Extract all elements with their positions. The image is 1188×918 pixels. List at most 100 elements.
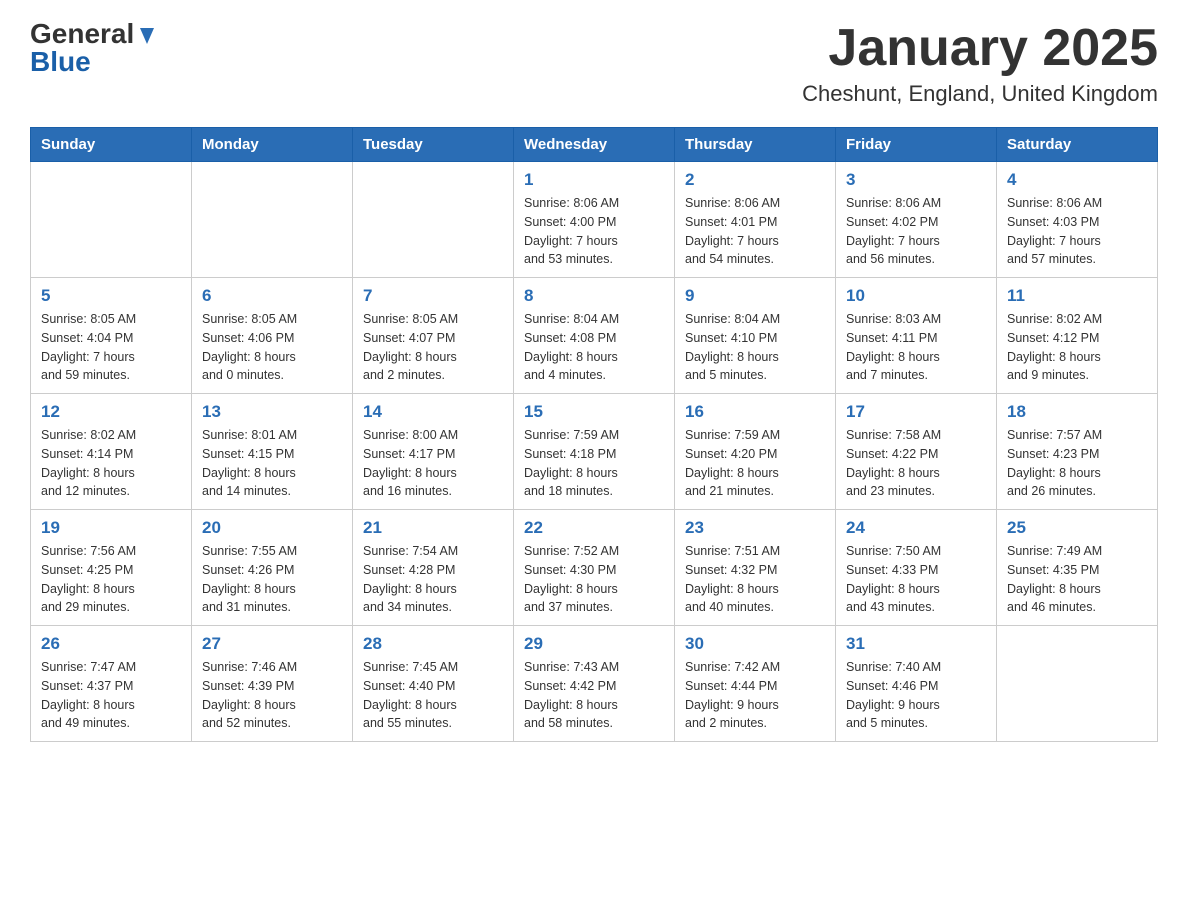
calendar-cell xyxy=(31,162,192,278)
calendar-cell: 31 Sunrise: 7:40 AMSunset: 4:46 PMDayligh… xyxy=(836,626,997,742)
calendar-cell: 17 Sunrise: 7:58 AMSunset: 4:22 PMDayligh… xyxy=(836,394,997,510)
day-info: Sunrise: 7:54 AMSunset: 4:28 PMDaylight:… xyxy=(363,542,503,617)
week-row-2: 5 Sunrise: 8:05 AMSunset: 4:04 PMDaylight… xyxy=(31,278,1158,394)
day-info: Sunrise: 7:50 AMSunset: 4:33 PMDaylight:… xyxy=(846,542,986,617)
calendar-body: 1 Sunrise: 8:06 AMSunset: 4:00 PMDaylight… xyxy=(31,162,1158,742)
header-sunday: Sunday xyxy=(31,128,192,162)
calendar-cell: 3Sunrise: 8:06 AMSunset: 4:02 PMDaylight… xyxy=(836,162,997,278)
day-info: Sunrise: 8:00 AMSunset: 4:17 PMDaylight:… xyxy=(363,426,503,501)
calendar-cell: 16 Sunrise: 7:59 AMSunset: 4:20 PMDayligh… xyxy=(675,394,836,510)
week-row-3: 12 Sunrise: 8:02 AMSunset: 4:14 PMDayligh… xyxy=(31,394,1158,510)
day-number: 12 xyxy=(41,402,181,422)
calendar-cell: 9 Sunrise: 8:04 AMSunset: 4:10 PMDaylight… xyxy=(675,278,836,394)
day-number: 4 xyxy=(1007,170,1147,190)
day-number: 8 xyxy=(524,286,664,306)
logo-triangle-icon xyxy=(136,24,158,46)
day-info: Sunrise: 7:57 AMSunset: 4:23 PMDaylight:… xyxy=(1007,426,1147,501)
week-row-5: 26Sunrise: 7:47 AMSunset: 4:37 PMDayligh… xyxy=(31,626,1158,742)
day-number: 11 xyxy=(1007,286,1147,306)
day-number: 5 xyxy=(41,286,181,306)
week-row-1: 1 Sunrise: 8:06 AMSunset: 4:00 PMDaylight… xyxy=(31,162,1158,278)
day-number: 1 xyxy=(524,170,664,190)
day-number: 19 xyxy=(41,518,181,538)
day-number: 13 xyxy=(202,402,342,422)
day-info: Sunrise: 7:52 AMSunset: 4:30 PMDaylight:… xyxy=(524,542,664,617)
day-info: Sunrise: 7:45 AMSunset: 4:40 PMDaylight:… xyxy=(363,658,503,733)
day-info: Sunrise: 8:01 AMSunset: 4:15 PMDaylight:… xyxy=(202,426,342,501)
calendar-cell: 8 Sunrise: 8:04 AMSunset: 4:08 PMDaylight… xyxy=(514,278,675,394)
day-number: 29 xyxy=(524,634,664,654)
day-number: 27 xyxy=(202,634,342,654)
day-number: 9 xyxy=(685,286,825,306)
day-info: Sunrise: 7:59 AMSunset: 4:20 PMDaylight:… xyxy=(685,426,825,501)
calendar-cell: 27Sunrise: 7:46 AMSunset: 4:39 PMDayligh… xyxy=(192,626,353,742)
day-number: 7 xyxy=(363,286,503,306)
calendar-cell: 22 Sunrise: 7:52 AMSunset: 4:30 PMDayligh… xyxy=(514,510,675,626)
calendar-cell: 14Sunrise: 8:00 AMSunset: 4:17 PMDayligh… xyxy=(353,394,514,510)
calendar-cell: 23 Sunrise: 7:51 AMSunset: 4:32 PMDayligh… xyxy=(675,510,836,626)
page-title: January 2025 xyxy=(802,20,1158,77)
day-info: Sunrise: 8:05 AMSunset: 4:04 PMDaylight:… xyxy=(41,310,181,385)
calendar-cell xyxy=(353,162,514,278)
day-number: 28 xyxy=(363,634,503,654)
logo-general-text: General xyxy=(30,20,134,48)
header-thursday: Thursday xyxy=(675,128,836,162)
day-number: 23 xyxy=(685,518,825,538)
calendar-cell: 26Sunrise: 7:47 AMSunset: 4:37 PMDayligh… xyxy=(31,626,192,742)
calendar-cell: 30Sunrise: 7:42 AMSunset: 4:44 PMDayligh… xyxy=(675,626,836,742)
day-number: 17 xyxy=(846,402,986,422)
calendar-cell xyxy=(997,626,1158,742)
day-number: 30 xyxy=(685,634,825,654)
week-row-4: 19 Sunrise: 7:56 AMSunset: 4:25 PMDayligh… xyxy=(31,510,1158,626)
page-header: General Blue January 2025 Cheshunt, Engl… xyxy=(30,20,1158,107)
calendar-cell: 11 Sunrise: 8:02 AMSunset: 4:12 PMDayligh… xyxy=(997,278,1158,394)
title-block: January 2025 Cheshunt, England, United K… xyxy=(802,20,1158,107)
logo: General Blue xyxy=(30,20,158,76)
calendar-cell: 24Sunrise: 7:50 AMSunset: 4:33 PMDayligh… xyxy=(836,510,997,626)
day-info: Sunrise: 8:06 AMSunset: 4:00 PMDaylight:… xyxy=(524,194,664,269)
calendar-cell xyxy=(192,162,353,278)
day-info: Sunrise: 8:05 AMSunset: 4:06 PMDaylight:… xyxy=(202,310,342,385)
day-info: Sunrise: 7:59 AMSunset: 4:18 PMDaylight:… xyxy=(524,426,664,501)
day-info: Sunrise: 8:05 AMSunset: 4:07 PMDaylight:… xyxy=(363,310,503,385)
day-number: 18 xyxy=(1007,402,1147,422)
day-number: 3 xyxy=(846,170,986,190)
calendar-cell: 2 Sunrise: 8:06 AMSunset: 4:01 PMDaylight… xyxy=(675,162,836,278)
day-number: 31 xyxy=(846,634,986,654)
day-info: Sunrise: 8:06 AMSunset: 4:01 PMDaylight:… xyxy=(685,194,825,269)
calendar-cell: 6Sunrise: 8:05 AMSunset: 4:06 PMDaylight… xyxy=(192,278,353,394)
header-wednesday: Wednesday xyxy=(514,128,675,162)
day-number: 22 xyxy=(524,518,664,538)
day-number: 25 xyxy=(1007,518,1147,538)
day-info: Sunrise: 7:55 AMSunset: 4:26 PMDaylight:… xyxy=(202,542,342,617)
day-number: 16 xyxy=(685,402,825,422)
day-info: Sunrise: 7:56 AMSunset: 4:25 PMDaylight:… xyxy=(41,542,181,617)
calendar-cell: 4 Sunrise: 8:06 AMSunset: 4:03 PMDaylight… xyxy=(997,162,1158,278)
day-info: Sunrise: 7:43 AMSunset: 4:42 PMDaylight:… xyxy=(524,658,664,733)
day-info: Sunrise: 8:02 AMSunset: 4:12 PMDaylight:… xyxy=(1007,310,1147,385)
calendar-table: SundayMondayTuesdayWednesdayThursdayFrid… xyxy=(30,127,1158,742)
day-info: Sunrise: 7:49 AMSunset: 4:35 PMDaylight:… xyxy=(1007,542,1147,617)
day-info: Sunrise: 8:04 AMSunset: 4:08 PMDaylight:… xyxy=(524,310,664,385)
day-number: 2 xyxy=(685,170,825,190)
day-number: 20 xyxy=(202,518,342,538)
day-info: Sunrise: 7:40 AMSunset: 4:46 PMDaylight:… xyxy=(846,658,986,733)
calendar-cell: 18 Sunrise: 7:57 AMSunset: 4:23 PMDayligh… xyxy=(997,394,1158,510)
calendar-cell: 29 Sunrise: 7:43 AMSunset: 4:42 PMDayligh… xyxy=(514,626,675,742)
day-info: Sunrise: 8:06 AMSunset: 4:03 PMDaylight:… xyxy=(1007,194,1147,269)
header-monday: Monday xyxy=(192,128,353,162)
day-info: Sunrise: 7:51 AMSunset: 4:32 PMDaylight:… xyxy=(685,542,825,617)
day-info: Sunrise: 8:02 AMSunset: 4:14 PMDaylight:… xyxy=(41,426,181,501)
page-subtitle: Cheshunt, England, United Kingdom xyxy=(802,81,1158,107)
calendar-cell: 28 Sunrise: 7:45 AMSunset: 4:40 PMDayligh… xyxy=(353,626,514,742)
calendar-cell: 7 Sunrise: 8:05 AMSunset: 4:07 PMDaylight… xyxy=(353,278,514,394)
calendar-cell: 20 Sunrise: 7:55 AMSunset: 4:26 PMDayligh… xyxy=(192,510,353,626)
calendar-cell: 13 Sunrise: 8:01 AMSunset: 4:15 PMDayligh… xyxy=(192,394,353,510)
day-info: Sunrise: 8:04 AMSunset: 4:10 PMDaylight:… xyxy=(685,310,825,385)
header-tuesday: Tuesday xyxy=(353,128,514,162)
day-number: 10 xyxy=(846,286,986,306)
day-info: Sunrise: 7:58 AMSunset: 4:22 PMDaylight:… xyxy=(846,426,986,501)
calendar-cell: 10 Sunrise: 8:03 AMSunset: 4:11 PMDayligh… xyxy=(836,278,997,394)
header-saturday: Saturday xyxy=(997,128,1158,162)
day-info: Sunrise: 8:03 AMSunset: 4:11 PMDaylight:… xyxy=(846,310,986,385)
